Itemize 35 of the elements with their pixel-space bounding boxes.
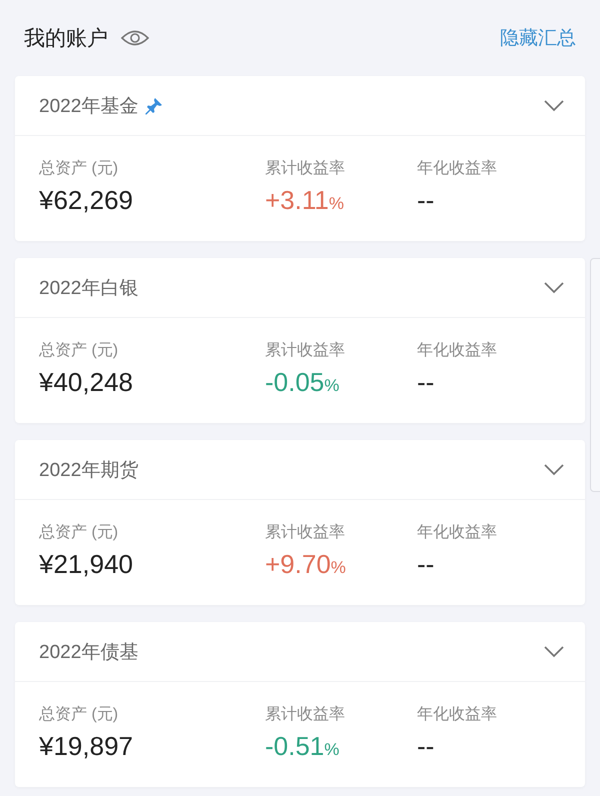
asset-value: ¥62,269 [39,185,134,216]
return-value: +9.70% [265,549,347,580]
annual-return-label: 年化收益率 [417,522,498,543]
annual-return-label: 年化收益率 [417,158,498,179]
account-name: 2022年基金 [39,94,138,118]
return-value: +3.11% [265,185,345,216]
chevron-down-icon[interactable] [543,462,565,476]
annual-return-value: -- [417,549,436,580]
annual-return-value: -- [417,731,436,762]
hide-summary-link[interactable]: 隐藏汇总 [500,25,576,51]
chevron-down-icon[interactable] [543,280,565,294]
asset-label: 总资产 (元) [39,158,120,179]
return-label: 累计收益率 [265,340,346,361]
account-name: 2022年白银 [39,276,138,300]
account-name: 2022年债基 [39,640,138,664]
return-label: 累计收益率 [265,158,346,179]
return-label: 累计收益率 [265,522,346,543]
annual-return-label: 年化收益率 [417,340,498,361]
return-label: 累计收益率 [265,704,346,725]
return-value: -0.51% [265,731,340,762]
eye-icon[interactable] [120,28,150,48]
asset-value: ¥19,897 [39,731,134,762]
chevron-down-icon[interactable] [543,98,565,112]
asset-label: 总资产 (元) [39,340,120,361]
return-value: -0.05% [265,367,340,398]
annual-return-value: -- [417,367,436,398]
annual-return-value: -- [417,185,436,216]
asset-label: 总资产 (元) [39,704,120,725]
asset-label: 总资产 (元) [39,522,120,543]
asset-value: ¥40,248 [39,367,134,398]
annual-return-label: 年化收益率 [417,704,498,725]
chevron-down-icon[interactable] [543,644,565,658]
account-name: 2022年期货 [39,458,138,482]
page-title: 我的账户 [24,26,108,52]
asset-value: ¥21,940 [39,549,134,580]
